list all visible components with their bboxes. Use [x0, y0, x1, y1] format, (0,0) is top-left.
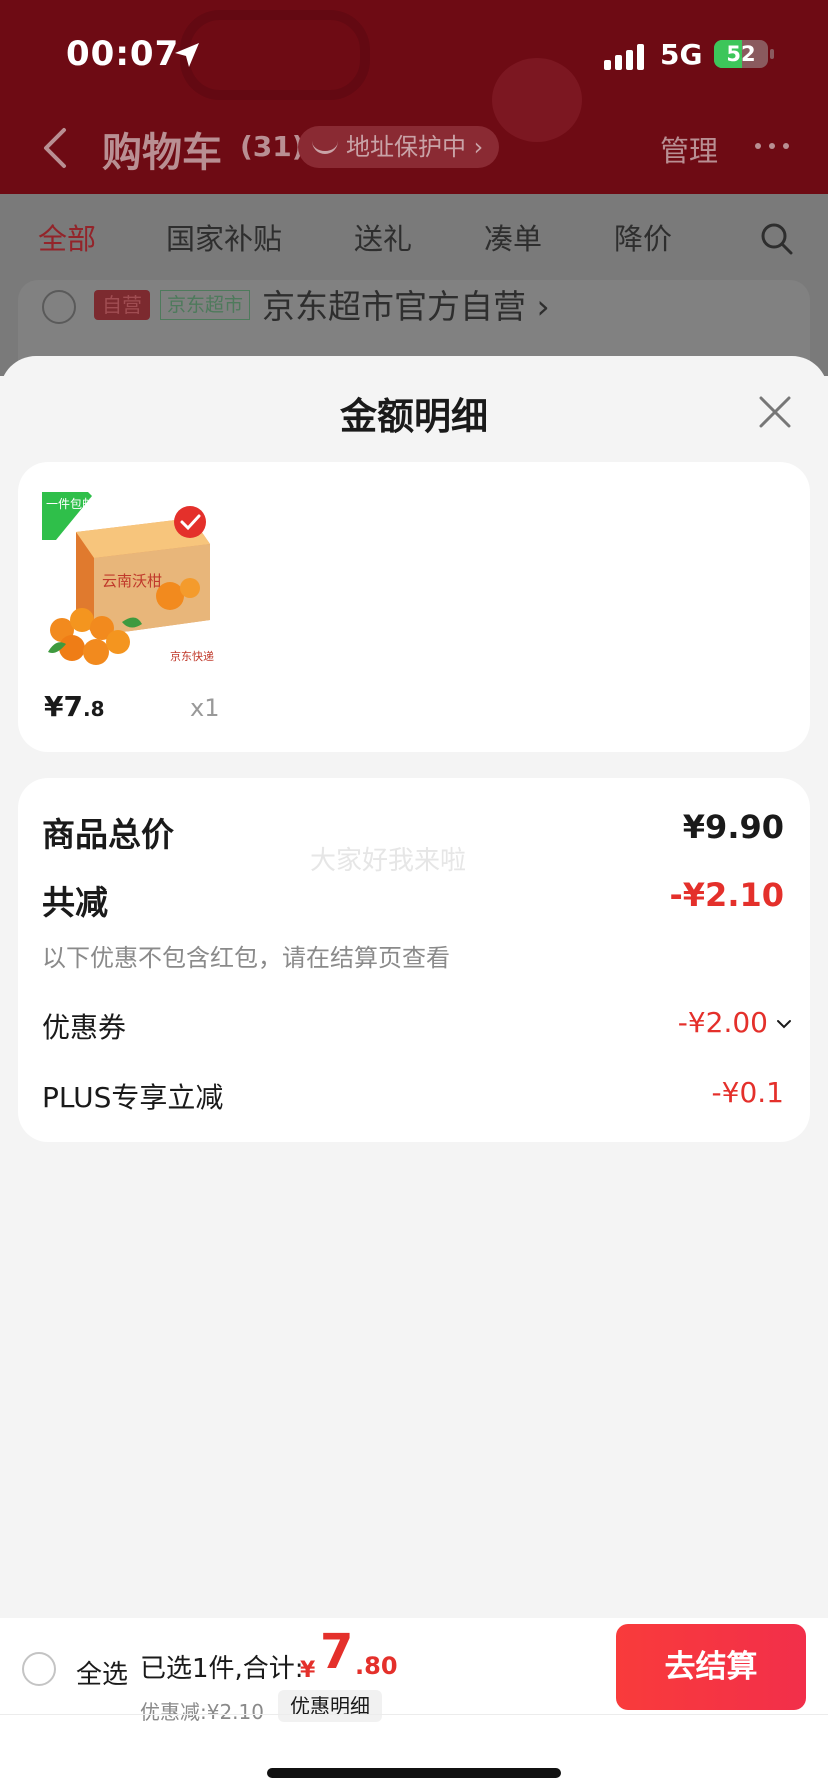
network-type: 5G [660, 38, 703, 71]
status-bar: 00:07 5G 52 [0, 0, 828, 110]
sheet-title: 金额明细 [340, 395, 488, 438]
address-protection-label: 地址保护中 › [346, 133, 484, 161]
total-amount-dec: .80 [355, 1652, 398, 1680]
reduction-note: 以下优惠不包含红包，请在结算页查看 [42, 944, 450, 972]
product-price: ¥7.8 [44, 690, 104, 723]
self-operated-badge: 自营 [94, 290, 150, 320]
product-quantity: x1 [190, 694, 220, 722]
coupon-label: 优惠券 [42, 1011, 127, 1044]
manage-button[interactable]: 管理 [660, 128, 718, 170]
address-protection-pill[interactable]: 地址保护中 › [298, 126, 500, 168]
jd-supermarket-badge: 京东超市 [160, 290, 251, 320]
total-reduction-value: -¥2.10 [669, 876, 785, 914]
divider [0, 1714, 828, 1715]
tab-bundle[interactable]: 凑单 [484, 216, 542, 258]
tab-all[interactable]: 全部 [38, 216, 96, 258]
free-ship-badge: 一件包邮 [46, 497, 94, 511]
plus-discount-value: -¥0.1 [711, 1076, 784, 1109]
search-icon[interactable] [760, 222, 794, 256]
total-currency: ¥ [300, 1658, 316, 1683]
select-all-label[interactable]: 全选 [76, 1654, 128, 1691]
more-dots-icon[interactable] [752, 136, 796, 150]
smile-icon [312, 140, 338, 154]
battery-cap [770, 49, 774, 59]
battery-icon: 52 [714, 40, 768, 68]
status-time: 00:07 [66, 34, 180, 74]
select-all-radio[interactable] [22, 1652, 56, 1686]
filter-tabs: 全部 国家补贴 送礼 凑单 降价 [0, 194, 828, 276]
product-card: 云南沃柑 京东快递 一件包邮 ¥7.8 x1 [18, 462, 810, 752]
tab-price-drop[interactable]: 降价 [614, 216, 672, 258]
tab-gift[interactable]: 送礼 [354, 216, 412, 258]
price-summary-card: 大家好我来啦 商品总价 ¥9.90 共减 -¥2.10 以下优惠不包含红包，请在… [18, 778, 810, 1142]
coupon-value[interactable]: -¥2.00 [678, 1006, 768, 1039]
store-name[interactable]: 京东超市官方自营 › [262, 280, 550, 328]
store-select-radio[interactable] [42, 290, 76, 324]
back-arrow-icon[interactable] [40, 126, 70, 170]
total-amount-int: 7 [320, 1624, 354, 1680]
product-thumbnail[interactable]: 云南沃柑 京东快递 一件包邮 [42, 492, 238, 670]
battery-percent: 52 [726, 42, 756, 66]
amount-detail-sheet: 金额明细 云南沃柑 京东快递 一件包邮 ¥7.8 x1 大家好我来啦 商品总价 … [0, 356, 828, 1618]
close-icon[interactable] [755, 392, 795, 432]
watermark-text: 大家好我来啦 [310, 846, 467, 876]
total-price-value: ¥9.90 [682, 808, 784, 846]
product-price-int: ¥7 [44, 690, 83, 723]
discount-summary: 优惠减:¥2.10 [140, 1700, 264, 1724]
checkout-button[interactable]: 去结算 [616, 1624, 806, 1710]
box-text: 云南沃柑 [102, 572, 162, 590]
product-price-dec: .8 [82, 697, 105, 721]
discount-detail-button[interactable]: 优惠明细 [278, 1690, 382, 1722]
chevron-down-icon[interactable] [776, 1019, 792, 1029]
cart-count: (31) [240, 130, 305, 163]
total-price-label: 商品总价 [42, 815, 174, 854]
selected-count-text: 已选1件,合计: [140, 1654, 304, 1684]
home-indicator [267, 1768, 561, 1778]
location-arrow-icon [175, 43, 199, 67]
plus-discount-label: PLUS专享立减 [42, 1081, 224, 1114]
total-reduction-label: 共减 [42, 883, 108, 922]
ship-text: 京东快递 [170, 649, 214, 663]
checkout-bar: 全选 已选1件,合计: ¥ 7 .80 优惠减:¥2.10 优惠明细 去结算 [0, 1618, 828, 1792]
page-title: 购物车 [102, 130, 222, 176]
cart-header: 00:07 5G 52 购物车 (31) 地址保护中 › 管理 [0, 0, 828, 194]
signal-bars-icon [604, 44, 644, 70]
tab-national-subsidy[interactable]: 国家补贴 [166, 216, 282, 258]
